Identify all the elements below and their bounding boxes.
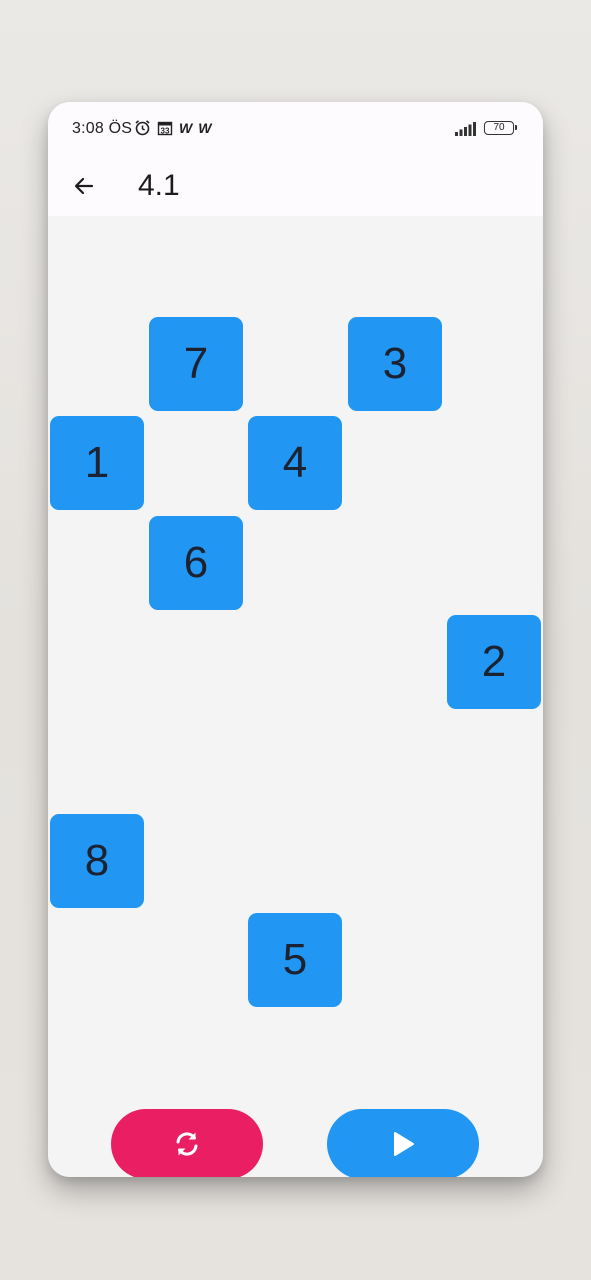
play-button[interactable] <box>327 1109 479 1177</box>
number-tile[interactable]: 3 <box>348 317 442 411</box>
number-tile[interactable]: 2 <box>447 615 541 709</box>
arrow-left-icon <box>74 177 94 195</box>
phone-screen: 3:08 ÖS 33 W W 70 4.1 7 3 1 4 6 2 8 5 <box>48 102 543 1177</box>
play-icon <box>394 1132 414 1156</box>
number-tile[interactable]: 6 <box>149 516 243 610</box>
status-time: 3:08 ÖS <box>72 120 133 137</box>
status-icons: 33 W W <box>134 119 211 136</box>
app-bar: 4.1 <box>48 156 543 216</box>
puzzle-board: 7 3 1 4 6 2 8 5 <box>48 216 543 1177</box>
number-tile[interactable]: 7 <box>149 317 243 411</box>
number-tile[interactable]: 8 <box>50 814 144 908</box>
refresh-icon <box>176 1132 198 1156</box>
w-icon: W <box>198 119 212 136</box>
page-title: 4.1 <box>138 169 180 202</box>
status-bar: 3:08 ÖS 33 W W 70 <box>48 102 543 156</box>
svg-text:33: 33 <box>161 126 170 135</box>
alarm-icon <box>135 120 150 136</box>
signal-icon <box>455 122 476 136</box>
back-button[interactable] <box>66 168 102 204</box>
w-icon: W <box>179 119 193 136</box>
calendar-icon: 33 <box>157 121 173 135</box>
battery-icon: 70 <box>484 121 517 135</box>
number-tile[interactable]: 5 <box>248 913 342 1007</box>
reset-button[interactable] <box>111 1109 263 1177</box>
number-tile[interactable]: 4 <box>248 416 342 510</box>
number-tile[interactable]: 1 <box>50 416 144 510</box>
